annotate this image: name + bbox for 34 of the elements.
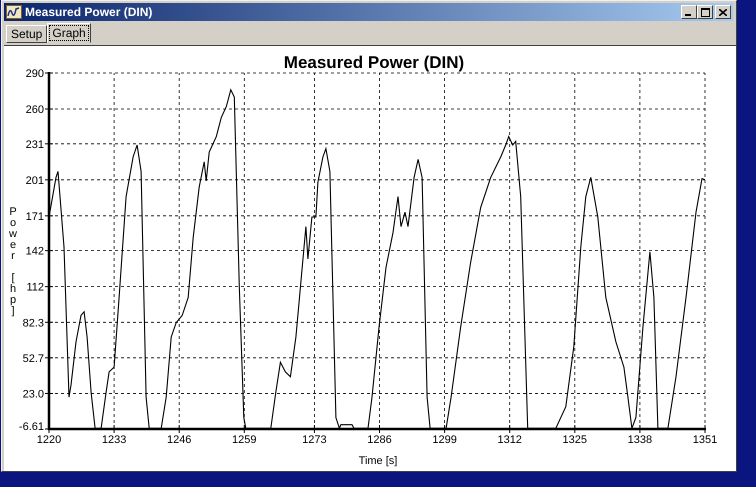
y-tick-label: 231 — [26, 138, 44, 151]
y-tick-label: 142 — [26, 246, 44, 258]
y-tick-label: 201 — [26, 174, 44, 187]
tab[interactable]: Setup — [6, 25, 48, 43]
x-axis-title: Time [s] — [358, 455, 398, 467]
x-tick-label: 1220 — [36, 434, 62, 446]
app-icon — [6, 5, 22, 19]
y-tick-label: 82.3 — [22, 317, 44, 330]
y-tick-label: -6.61 — [18, 421, 44, 433]
tab[interactable]: Graph — [47, 23, 91, 43]
y-tick-label: 112 — [26, 282, 44, 294]
x-tick-label: 1351 — [692, 434, 718, 446]
minimize-button[interactable] — [681, 5, 697, 19]
window-title: Measured Power (DIN) — [25, 5, 152, 19]
maximize-icon — [700, 8, 710, 16]
close-button[interactable] — [715, 5, 731, 19]
x-tick-label: 1246 — [166, 434, 192, 446]
y-tick-label: 23.0 — [22, 388, 44, 400]
y-tick-label: 171 — [26, 210, 44, 223]
x-tick-label: 1338 — [628, 434, 652, 446]
x-tick-label: 1312 — [497, 434, 522, 446]
x-tick-label: 1273 — [302, 434, 327, 446]
y-tick-label: 290 — [26, 68, 44, 80]
maximize-button[interactable] — [697, 5, 713, 19]
x-tick-label: 1286 — [367, 434, 392, 446]
x-tick-label: 1233 — [102, 434, 126, 446]
y-tick-label: 52.7 — [22, 352, 44, 365]
x-tick-label: 1299 — [432, 434, 457, 446]
y-axis-title: Power [hp] — [9, 206, 17, 317]
y-tick-label: 260 — [26, 104, 44, 116]
chart-title: Measured Power (DIN) — [284, 53, 464, 72]
x-tick-label: 1259 — [232, 434, 257, 446]
x-tick-label: 1325 — [562, 434, 588, 446]
close-icon — [719, 8, 727, 16]
